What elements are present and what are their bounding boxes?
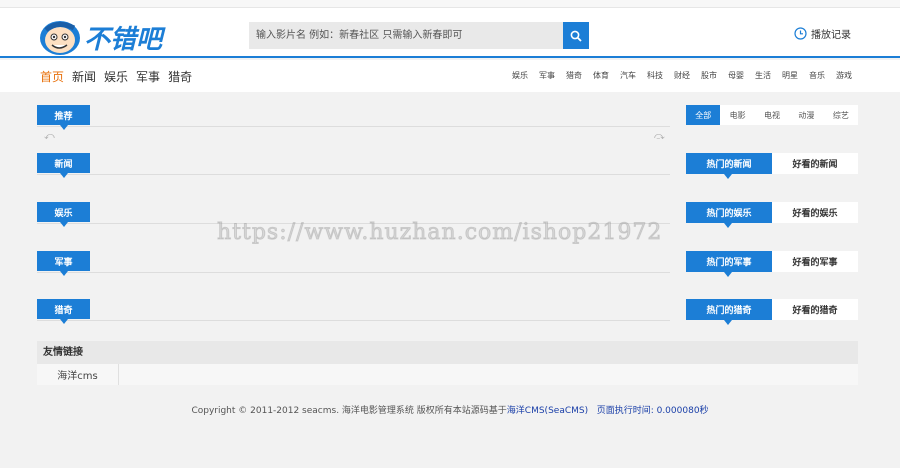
- subnav-item[interactable]: 明星: [782, 70, 798, 81]
- rank-tabs-ent: 热门的娱乐 好看的娱乐: [686, 202, 858, 228]
- nav-military[interactable]: 军事: [136, 68, 160, 85]
- clock-icon: [794, 26, 807, 40]
- prev-arrow-icon[interactable]: ⤺: [44, 131, 55, 142]
- section-military: 军事: [37, 251, 670, 276]
- filter-tab-anime[interactable]: 动漫: [789, 105, 823, 125]
- footer-copyright: Copyright © 2011-2012 seacms. 海洋电影管理系统 版…: [191, 406, 507, 416]
- site-logo[interactable]: 不错吧: [38, 18, 198, 58]
- footer-exec-time: 页面执行时间: 0.000080秒: [596, 406, 709, 416]
- watermark: https://www.huzhan.com/ishop21972: [216, 220, 663, 246]
- header: 不错吧 输入影片名 例如：新春社区 只需输入新春即可 播放记录: [0, 8, 900, 58]
- tab-good-military[interactable]: 好看的军事: [772, 251, 858, 272]
- section-title-recommend: 推荐: [37, 105, 90, 130]
- subnav-item[interactable]: 母婴: [728, 70, 744, 81]
- section-title-news: 新闻: [37, 153, 90, 178]
- nav-curious[interactable]: 猎奇: [168, 68, 192, 85]
- next-arrow-icon[interactable]: ⤼: [654, 131, 665, 142]
- section-recommend: 推荐: [37, 105, 670, 130]
- play-history-label: 播放记录: [811, 29, 851, 41]
- subnav-item[interactable]: 猎奇: [566, 70, 582, 81]
- subnav-item[interactable]: 军事: [539, 70, 555, 81]
- search-button[interactable]: [563, 22, 589, 49]
- rank-tabs-news: 热门的新闻 好看的新闻: [686, 153, 858, 179]
- filter-tab-movie[interactable]: 电影: [720, 105, 754, 125]
- sub-nav: 娱乐 军事 猎奇 体育 汽车 科技 财经 股市 母婴 生活 明星 音乐 游戏: [501, 70, 852, 81]
- subnav-item[interactable]: 生活: [755, 70, 771, 81]
- filter-tabs: 全部 电影 电视 动漫 综艺: [686, 105, 858, 125]
- tab-good-curious[interactable]: 好看的猎奇: [772, 299, 858, 320]
- subnav-item[interactable]: 财经: [674, 70, 690, 81]
- tab-good-news[interactable]: 好看的新闻: [772, 153, 858, 174]
- footer: Copyright © 2011-2012 seacms. 海洋电影管理系统 版…: [0, 403, 900, 416]
- footer-powered-link[interactable]: 海洋CMS(SeaCMS): [507, 406, 588, 416]
- filter-tab-variety[interactable]: 综艺: [824, 105, 858, 125]
- nav-entertainment[interactable]: 娱乐: [104, 68, 128, 85]
- subnav-item[interactable]: 体育: [593, 70, 609, 81]
- section-title-curious: 猎奇: [37, 299, 90, 324]
- tab-hot-curious[interactable]: 热门的猎奇: [686, 299, 772, 325]
- main-nav: 首页 新闻 娱乐 军事 猎奇: [40, 68, 200, 85]
- rank-tabs-curious: 热门的猎奇 好看的猎奇: [686, 299, 858, 325]
- search-bar: 输入影片名 例如：新春社区 只需输入新春即可: [249, 22, 589, 49]
- friend-links-title: 友情链接: [37, 341, 858, 364]
- search-input[interactable]: 输入影片名 例如：新春社区 只需输入新春即可: [249, 22, 563, 49]
- svg-text:不错吧: 不错吧: [84, 25, 166, 55]
- bookmarks-bar: [0, 0, 900, 8]
- navigation: 首页 新闻 娱乐 军事 猎奇 娱乐 军事 猎奇 体育 汽车 科技 财经 股市 母…: [0, 60, 900, 92]
- subnav-item[interactable]: 科技: [647, 70, 663, 81]
- friend-link[interactable]: 海洋cms: [37, 364, 119, 385]
- tab-hot-military[interactable]: 热门的军事: [686, 251, 772, 277]
- tab-good-ent[interactable]: 好看的娱乐: [772, 202, 858, 223]
- section-title-ent: 娱乐: [37, 202, 90, 227]
- subnav-item[interactable]: 游戏: [836, 70, 852, 81]
- section-title-military: 军事: [37, 251, 90, 276]
- tab-hot-news[interactable]: 热门的新闻: [686, 153, 772, 179]
- filter-tab-all[interactable]: 全部: [686, 105, 721, 125]
- subnav-item[interactable]: 娱乐: [512, 70, 528, 81]
- tab-hot-ent[interactable]: 热门的娱乐: [686, 202, 772, 228]
- subnav-item[interactable]: 股市: [701, 70, 717, 81]
- nav-home[interactable]: 首页: [40, 68, 64, 85]
- rank-tabs-military: 热门的军事 好看的军事: [686, 251, 858, 277]
- friend-links: 友情链接 海洋cms: [37, 341, 858, 385]
- subnav-item[interactable]: 汽车: [620, 70, 636, 81]
- section-curious: 猎奇: [37, 299, 670, 324]
- subnav-item[interactable]: 音乐: [809, 70, 825, 81]
- filter-tab-tv[interactable]: 电视: [755, 105, 789, 125]
- search-icon: [570, 30, 582, 42]
- play-history-link[interactable]: 播放记录: [794, 25, 851, 41]
- nav-news[interactable]: 新闻: [72, 68, 96, 85]
- section-news: 新闻: [37, 153, 670, 178]
- friend-links-list: 海洋cms: [37, 364, 858, 385]
